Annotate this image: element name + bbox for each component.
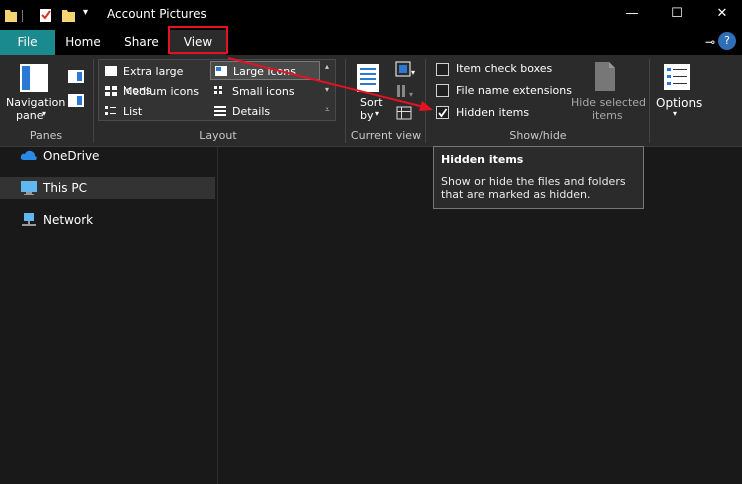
layout-details[interactable]: Details: [210, 102, 320, 121]
pin-icon[interactable]: ⊸: [700, 32, 720, 52]
preview-pane-icon[interactable]: [67, 69, 85, 85]
chevron-down-icon[interactable]: ▾: [325, 85, 329, 94]
svg-text:▾: ▾: [409, 90, 413, 99]
group-by-icon[interactable]: ▾: [395, 61, 417, 79]
network-icon: [22, 213, 36, 226]
nav-item-onedrive[interactable]: OneDrive: [0, 145, 215, 167]
nav-item-this-pc[interactable]: This PC: [0, 177, 215, 199]
title-bar: ▾ Account Pictures — ☐ ✕: [0, 0, 742, 30]
size-columns-icon[interactable]: [395, 105, 417, 123]
expand-gallery-icon[interactable]: ⩡: [325, 105, 330, 115]
extra-large-icons-icon: [105, 66, 117, 76]
minimize-button[interactable]: —: [622, 4, 642, 24]
new-folder-icon[interactable]: [61, 6, 77, 24]
view-tab-highlight: [168, 26, 228, 54]
options-icon[interactable]: [663, 63, 691, 93]
svg-text:▾: ▾: [411, 68, 415, 77]
layout-small-icons[interactable]: Small icons: [210, 82, 320, 101]
layout-medium-icons[interactable]: Medium icons: [101, 82, 209, 101]
properties-icon[interactable]: [38, 6, 54, 24]
navigation-pane-icon[interactable]: [19, 63, 49, 95]
panes-group-label: Panes: [29, 129, 63, 142]
tab-home[interactable]: Home: [58, 30, 108, 55]
ribbon: Navigation pane ▾ Panes Extra large icon…: [0, 55, 742, 147]
close-button[interactable]: ✕: [712, 4, 732, 24]
ribbon-tabs: File Home Share View ⊸ ?: [0, 30, 742, 55]
tooltip-body: Show or hide the files and folders that …: [441, 175, 636, 201]
window-title: Account Pictures: [107, 7, 207, 21]
small-icons-icon: [214, 86, 222, 94]
help-icon[interactable]: ?: [718, 32, 736, 50]
hide-selected-items-icon[interactable]: [592, 61, 618, 93]
folder-icon: [5, 10, 17, 22]
layout-list[interactable]: List: [101, 102, 209, 121]
layout-large-icons[interactable]: Large icons: [210, 61, 320, 80]
navigation-pane: OneDrive This PC Network: [0, 147, 218, 484]
divider: [93, 59, 94, 143]
sort-by-label-2[interactable]: by: [360, 109, 374, 122]
layout-gallery: Extra large icons Large icons Medium ico…: [98, 59, 336, 121]
divider: [345, 59, 346, 143]
show-hide-group-label: Show/hide: [509, 129, 567, 142]
details-icon: [214, 106, 226, 116]
maximize-button[interactable]: ☐: [667, 4, 687, 24]
current-view-group-label: Current view: [350, 129, 422, 142]
list-icon: [105, 106, 116, 115]
item-check-boxes-checkbox[interactable]: [436, 63, 449, 76]
nav-item-network[interactable]: Network: [0, 209, 215, 231]
hide-selected-label[interactable]: Hide selected: [571, 96, 646, 109]
add-columns-icon[interactable]: ▾: [395, 83, 417, 101]
sort-by-icon[interactable]: [356, 63, 382, 95]
chevron-down-icon[interactable]: ▾: [375, 109, 379, 118]
navigation-pane-label[interactable]: Navigation: [6, 96, 65, 109]
file-name-extensions-label[interactable]: File name extensions: [456, 84, 572, 97]
file-name-extensions-checkbox[interactable]: [436, 84, 449, 97]
hidden-items-checkbox[interactable]: [436, 106, 449, 119]
hidden-items-label[interactable]: Hidden items: [456, 106, 529, 119]
sort-by-label[interactable]: Sort: [360, 96, 383, 109]
item-check-boxes-label[interactable]: Item check boxes: [456, 62, 552, 75]
chevron-down-icon[interactable]: ▾: [83, 7, 88, 25]
tooltip-line-2: that are marked as hidden.: [441, 188, 591, 201]
layout-group-label: Layout: [199, 129, 237, 142]
hide-selected-label-2[interactable]: items: [592, 109, 623, 122]
chevron-down-icon[interactable]: ▾: [42, 109, 46, 118]
large-icons-icon: [215, 66, 227, 76]
chevron-down-icon[interactable]: ▾: [673, 109, 677, 118]
computer-icon: [21, 181, 37, 195]
chevron-up-icon[interactable]: ▴: [325, 62, 329, 71]
details-pane-icon[interactable]: [67, 93, 85, 109]
options-label[interactable]: Options: [656, 96, 702, 110]
divider: [425, 59, 426, 143]
navigation-pane-label-2[interactable]: pane: [16, 109, 43, 122]
tooltip-line-1: Show or hide the files and folders: [441, 175, 626, 188]
layout-extra-large-icons[interactable]: Extra large icons: [101, 62, 209, 97]
divider: [649, 59, 650, 143]
checkmark-icon: [438, 108, 448, 118]
medium-icons-icon: [105, 86, 117, 96]
tab-share[interactable]: Share: [114, 30, 169, 55]
hidden-items-tooltip: Hidden items Show or hide the files and …: [433, 146, 644, 209]
tab-file[interactable]: File: [0, 30, 55, 55]
cloud-icon: [20, 150, 37, 160]
tooltip-title: Hidden items: [441, 153, 524, 166]
divider: [22, 10, 23, 22]
